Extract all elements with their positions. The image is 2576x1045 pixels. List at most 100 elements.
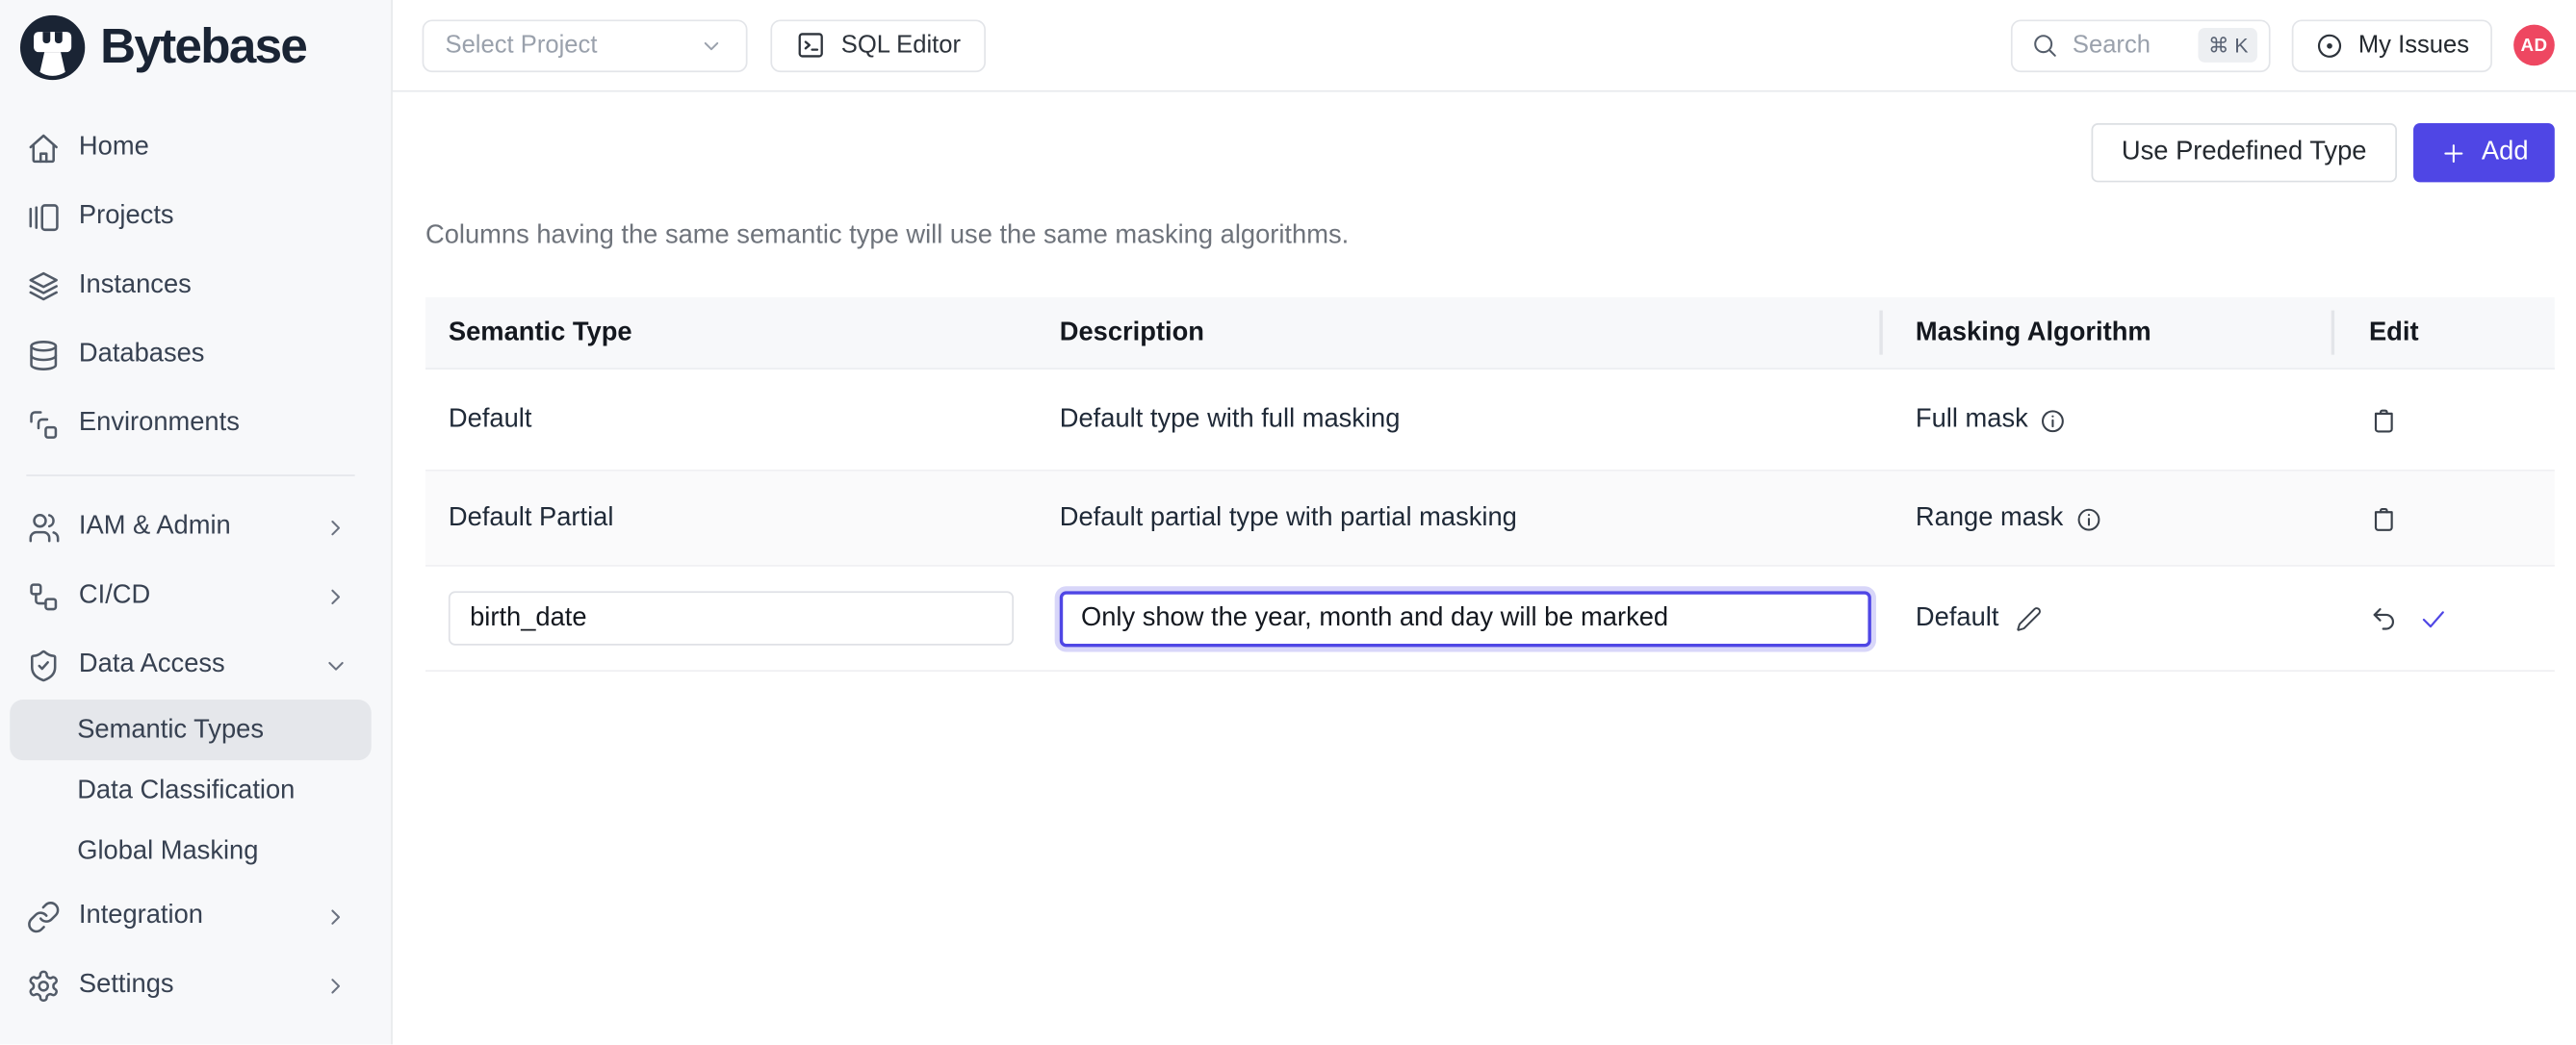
search-shortcut-badge: ⌘ K xyxy=(2199,28,2258,63)
layers-icon xyxy=(26,268,61,303)
sidebar-item-data-access[interactable]: Data Access xyxy=(10,630,371,700)
description-cell xyxy=(1037,591,1881,647)
sidebar-item-label: Settings xyxy=(79,971,174,1001)
description-cell: Default type with full masking xyxy=(1037,405,1881,435)
semantic-type-cell xyxy=(425,591,1037,645)
semantic-type-input[interactable] xyxy=(449,591,1014,645)
search-placeholder: Search xyxy=(2073,31,2151,59)
sidebar-item-settings[interactable]: Settings xyxy=(10,951,371,1020)
column-header-edit: Edit xyxy=(2332,297,2554,368)
sidebar-item-semantic-types[interactable]: Semantic Types xyxy=(10,700,371,760)
chevron-down-icon xyxy=(698,32,724,58)
confirm-button[interactable] xyxy=(2418,603,2448,633)
info-icon[interactable] xyxy=(2040,407,2068,435)
edit-cell xyxy=(2332,503,2554,533)
sidebar-item-label: Data Access xyxy=(79,650,225,680)
panels-icon xyxy=(26,199,61,234)
description-input[interactable] xyxy=(1060,591,1871,647)
users-icon xyxy=(26,510,61,545)
database-icon xyxy=(26,338,61,372)
trash-icon xyxy=(2369,405,2399,435)
search-icon xyxy=(2031,31,2059,59)
home-icon xyxy=(26,131,61,166)
sidebar-item-iam-admin[interactable]: IAM & Admin xyxy=(10,493,371,562)
sidebar-item-instances[interactable]: Instances xyxy=(10,251,371,320)
info-icon[interactable] xyxy=(2074,506,2102,534)
sidebar-item-data-classification[interactable]: Data Classification xyxy=(10,760,371,821)
trash-icon xyxy=(2369,503,2399,533)
table-row: Default Default type with full masking F… xyxy=(425,370,2555,472)
sidebar-item-label: Data Classification xyxy=(77,776,295,805)
pipeline-icon xyxy=(26,579,61,614)
delete-button[interactable] xyxy=(2369,503,2399,533)
edit-algorithm-button[interactable] xyxy=(2016,605,2042,631)
page-actions: Use Predefined Type Add xyxy=(425,123,2555,182)
semantic-type-cell: Default Partial xyxy=(425,503,1037,533)
column-header-description: Description xyxy=(1037,297,1881,368)
column-header-masking-algorithm: Masking Algorithm xyxy=(1881,297,2332,368)
chevron-right-icon xyxy=(322,903,349,930)
sidebar-item-label: CI/CD xyxy=(79,581,150,611)
description-cell: Default partial type with partial maskin… xyxy=(1037,503,1881,533)
bytebase-app: Bytebase Home Projects Instances Databas… xyxy=(0,0,2576,1044)
pencil-icon xyxy=(2016,605,2042,631)
chevron-right-icon xyxy=(322,582,349,610)
topbar: Select Project SQL Editor Search ⌘ K My … xyxy=(393,0,2576,92)
delete-button[interactable] xyxy=(2369,405,2399,435)
semantic-type-cell: Default xyxy=(425,405,1037,435)
sidebar-item-integration[interactable]: Integration xyxy=(10,881,371,951)
sidebar-item-label: Environments xyxy=(79,409,240,439)
bytebase-logo[interactable]: Bytebase xyxy=(0,0,391,95)
shield-check-icon xyxy=(26,648,61,682)
edit-cell xyxy=(2332,603,2554,633)
use-predefined-type-button[interactable]: Use Predefined Type xyxy=(2092,123,2396,182)
masking-algorithm-label: Range mask xyxy=(1916,503,2063,533)
sidebar-item-cicd[interactable]: CI/CD xyxy=(10,562,371,631)
sidebar-item-label: Integration xyxy=(79,902,203,931)
sql-editor-label: SQL Editor xyxy=(841,31,961,59)
main-column: Select Project SQL Editor Search ⌘ K My … xyxy=(393,0,2576,1044)
link-icon xyxy=(26,899,61,933)
add-button-label: Add xyxy=(2482,138,2529,167)
table-row: Default Partial Default partial type wit… xyxy=(425,472,2555,567)
sql-editor-button[interactable]: SQL Editor xyxy=(770,19,985,72)
masking-algorithm-cell: Default xyxy=(1881,603,2332,633)
masking-algorithm-cell: Range mask xyxy=(1881,502,2332,533)
masking-algorithm-label: Default xyxy=(1916,603,1999,633)
avatar[interactable]: AD xyxy=(2513,25,2555,66)
target-icon xyxy=(2315,31,2345,61)
semantic-types-page: Use Predefined Type Add Columns having t… xyxy=(393,92,2576,1045)
sidebar-nav: Home Projects Instances Databases Enviro… xyxy=(0,95,391,1020)
sidebar-item-home[interactable]: Home xyxy=(10,114,371,183)
add-button[interactable]: Add xyxy=(2412,123,2555,182)
undo-button[interactable] xyxy=(2369,603,2399,633)
column-header-semantic-type: Semantic Type xyxy=(425,297,1037,368)
gear-icon xyxy=(26,968,61,1003)
my-issues-label: My Issues xyxy=(2358,31,2469,59)
sidebar-item-databases[interactable]: Databases xyxy=(10,320,371,390)
chevron-right-icon xyxy=(322,971,349,999)
workflow-icon xyxy=(26,406,61,441)
semantic-types-table: Semantic Type Description Masking Algori… xyxy=(425,297,2555,672)
edit-cell xyxy=(2332,405,2554,435)
sidebar-divider xyxy=(26,474,354,476)
sidebar-item-projects[interactable]: Projects xyxy=(10,182,371,251)
app-title: Bytebase xyxy=(100,19,306,75)
sidebar-item-label: IAM & Admin xyxy=(79,512,231,542)
chevron-down-icon xyxy=(322,651,349,679)
sidebar-item-global-masking[interactable]: Global Masking xyxy=(10,821,371,881)
table-row-editing: Default xyxy=(425,567,2555,672)
project-select[interactable]: Select Project xyxy=(423,19,748,72)
sidebar-item-label: Global Masking xyxy=(77,837,258,867)
bytebase-logo-icon xyxy=(16,12,89,84)
sidebar-item-label: Instances xyxy=(79,271,192,301)
sidebar-item-environments[interactable]: Environments xyxy=(10,389,371,458)
project-select-placeholder: Select Project xyxy=(445,31,597,59)
table-header-row: Semantic Type Description Masking Algori… xyxy=(425,297,2555,370)
chevron-right-icon xyxy=(322,513,349,541)
search-input[interactable]: Search ⌘ K xyxy=(2012,19,2272,72)
sidebar-item-label: Projects xyxy=(79,202,174,232)
plus-icon xyxy=(2439,139,2467,166)
my-issues-button[interactable]: My Issues xyxy=(2293,19,2492,72)
terminal-icon xyxy=(795,30,826,61)
